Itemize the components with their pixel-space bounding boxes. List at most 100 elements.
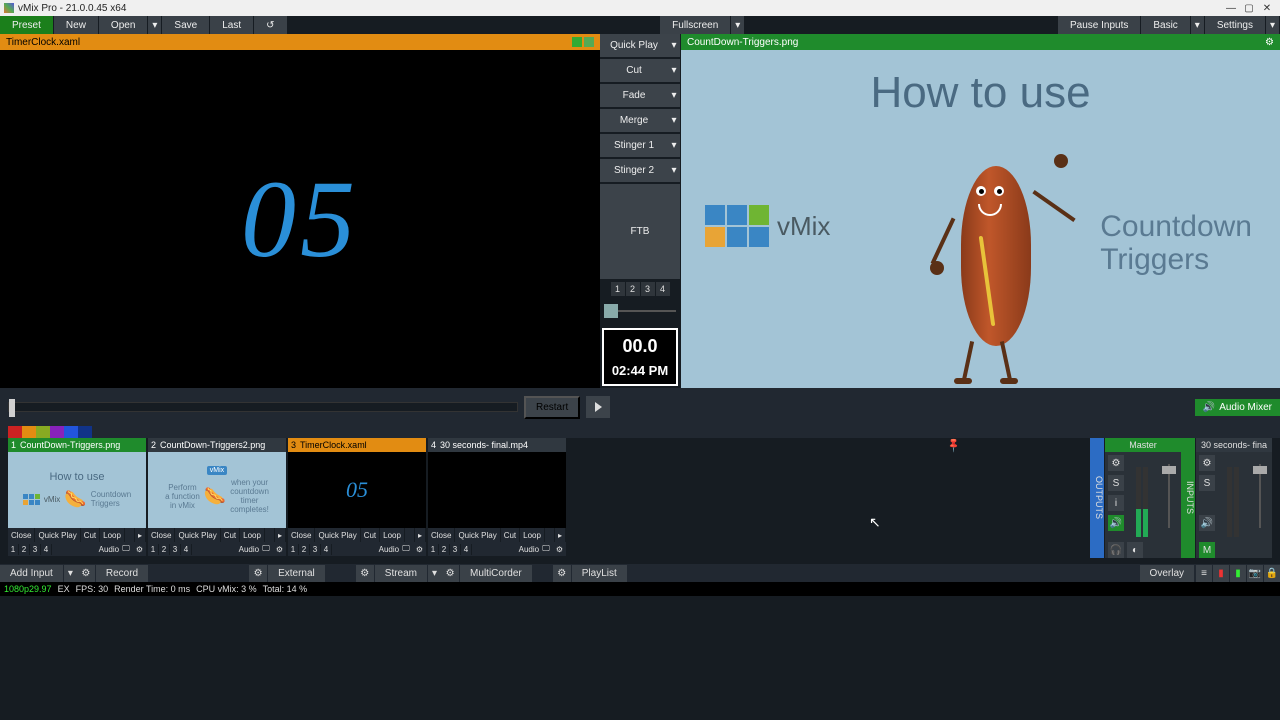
green-box-icon[interactable]: ▮ [1230, 565, 1246, 582]
input-audio-button[interactable]: Audio [239, 545, 259, 554]
color-green[interactable] [36, 426, 50, 438]
input-loop-button[interactable]: Loop [240, 528, 265, 542]
red-box-icon[interactable]: ▮ [1213, 565, 1229, 582]
master-speaker-icon[interactable]: 🔊 [1108, 515, 1124, 531]
input-overlay-3[interactable]: 3 [310, 544, 321, 555]
external-gear-icon[interactable] [249, 565, 267, 582]
tbar-handle-icon[interactable] [604, 304, 618, 318]
play-button-icon[interactable] [586, 396, 610, 418]
input-cut-button[interactable]: Cut [501, 528, 520, 542]
preview-viewport[interactable]: 05 [0, 50, 600, 388]
input-overlay-2[interactable]: 2 [159, 544, 170, 555]
t-bar[interactable] [604, 304, 676, 318]
close-icon[interactable]: ✕ [1258, 3, 1276, 14]
basic-button[interactable]: Basic [1141, 16, 1189, 34]
tpreset-2[interactable]: 2 [626, 282, 640, 296]
multicorder-gear-icon[interactable] [441, 565, 459, 582]
input-close-button[interactable]: Close [288, 528, 315, 542]
stinger1-dd-icon[interactable]: ▾ [668, 134, 680, 157]
input-audio-button[interactable]: Audio [99, 545, 119, 554]
ch2-fader[interactable] [1251, 455, 1269, 537]
input-loop-button[interactable]: Loop [100, 528, 125, 542]
stream-button[interactable]: Stream [375, 565, 427, 582]
input-gear-icon[interactable] [133, 545, 146, 554]
input-quickplay-button[interactable]: Quick Play [315, 528, 360, 542]
input-thumbnail[interactable]: vMixPerforma functionin vMix🌭when yourco… [148, 452, 286, 528]
input-gear-icon[interactable] [273, 545, 286, 554]
input-overlay-1[interactable]: 1 [428, 544, 439, 555]
input-overlay-3[interactable]: 3 [170, 544, 181, 555]
input-thumbnail[interactable]: How to usevMix🌭CountdownTriggers [8, 452, 146, 528]
master-s-button[interactable]: S [1108, 475, 1124, 491]
color-blue[interactable] [64, 426, 78, 438]
camera-icon[interactable]: 📷 [1247, 565, 1263, 582]
external-button[interactable]: External [268, 565, 325, 582]
stinger1-button[interactable]: Stinger 1 [600, 134, 668, 157]
input-close-button[interactable]: Close [8, 528, 35, 542]
restart-button[interactable]: Restart [524, 396, 580, 419]
color-orange[interactable] [22, 426, 36, 438]
ch2-gear-icon[interactable] [1199, 455, 1215, 471]
timeline-track[interactable] [8, 402, 518, 412]
input-overlay-2[interactable]: 2 [19, 544, 30, 555]
add-input-button[interactable]: Add Input [0, 565, 63, 582]
input-card[interactable]: 430 seconds- final.mp4CloseQuick PlayCut… [428, 438, 566, 564]
input-screen-icon[interactable]: 🖵 [259, 544, 273, 554]
input-close-button[interactable]: Close [148, 528, 175, 542]
input-overlay-3[interactable]: 3 [30, 544, 41, 555]
input-overlay-4[interactable]: 4 [321, 544, 332, 555]
cut-button[interactable]: Cut [600, 59, 668, 82]
record-button[interactable]: Record [96, 565, 148, 582]
input-cut-button[interactable]: Cut [361, 528, 380, 542]
input-overlay-2[interactable]: 2 [299, 544, 310, 555]
input-quickplay-button[interactable]: Quick Play [175, 528, 220, 542]
outputs-tab[interactable]: OUTPUTS [1090, 438, 1104, 558]
input-overlay-1[interactable]: 1 [148, 544, 159, 555]
fade-dd-icon[interactable]: ▾ [668, 84, 680, 107]
input-card[interactable]: 1CountDown-Triggers.pngHow to usevMix🌭Co… [8, 438, 146, 564]
input-quickplay-button[interactable]: Quick Play [455, 528, 500, 542]
input-overlay-4[interactable]: 4 [461, 544, 472, 555]
maximize-icon[interactable]: ▢ [1240, 3, 1258, 14]
ch2-s-button[interactable]: S [1199, 475, 1215, 491]
input-screen-icon[interactable]: 🖵 [539, 544, 553, 554]
input-thumbnail[interactable]: 05 [288, 452, 426, 528]
master-gear-icon[interactable] [1108, 455, 1124, 471]
input-screen-icon[interactable]: 🖵 [119, 544, 133, 554]
input-screen-icon[interactable]: 🖵 [399, 544, 413, 554]
input-overlay-1[interactable]: 1 [288, 544, 299, 555]
lock-icon[interactable]: 🔒 [1264, 565, 1280, 582]
list-icon[interactable]: ≡ [1196, 565, 1212, 582]
master-i-button[interactable]: i [1108, 495, 1124, 511]
input-cut-button[interactable]: Cut [81, 528, 100, 542]
input-play-icon[interactable]: ▸ [415, 528, 426, 542]
inputs-tab[interactable]: INPUTS [1181, 438, 1195, 558]
color-red[interactable] [8, 426, 22, 438]
record-gear-icon[interactable] [77, 565, 95, 582]
color-navy[interactable] [78, 426, 92, 438]
ftb-button[interactable]: FTB [600, 184, 680, 279]
master-fader[interactable] [1160, 455, 1178, 537]
master-dim-icon[interactable]: ◐ [1127, 542, 1143, 558]
color-purple[interactable] [50, 426, 64, 438]
audio-mixer-tab[interactable]: 🔊 Audio Mixer [1195, 399, 1280, 416]
input-overlay-2[interactable]: 2 [439, 544, 450, 555]
preview-indicator-2-icon[interactable] [584, 37, 594, 47]
stream-gear-icon[interactable] [356, 565, 374, 582]
input-audio-button[interactable]: Audio [379, 545, 399, 554]
preset-button[interactable]: Preset [0, 16, 53, 34]
merge-dd-icon[interactable]: ▾ [668, 109, 680, 132]
add-input-dd-icon[interactable]: ▾ [64, 565, 77, 582]
tpreset-1[interactable]: 1 [611, 282, 625, 296]
minimize-icon[interactable]: — [1222, 3, 1240, 14]
open-dropdown-icon[interactable]: ▾ [148, 16, 161, 34]
open-button[interactable]: Open [99, 16, 147, 34]
tpreset-4[interactable]: 4 [656, 282, 670, 296]
input-gear-icon[interactable] [553, 545, 566, 554]
save-button[interactable]: Save [162, 16, 209, 34]
input-gear-icon[interactable] [413, 545, 426, 554]
tpreset-3[interactable]: 3 [641, 282, 655, 296]
timeline-handle-icon[interactable] [9, 399, 15, 417]
input-play-icon[interactable]: ▸ [135, 528, 146, 542]
last-button[interactable]: Last [210, 16, 253, 34]
